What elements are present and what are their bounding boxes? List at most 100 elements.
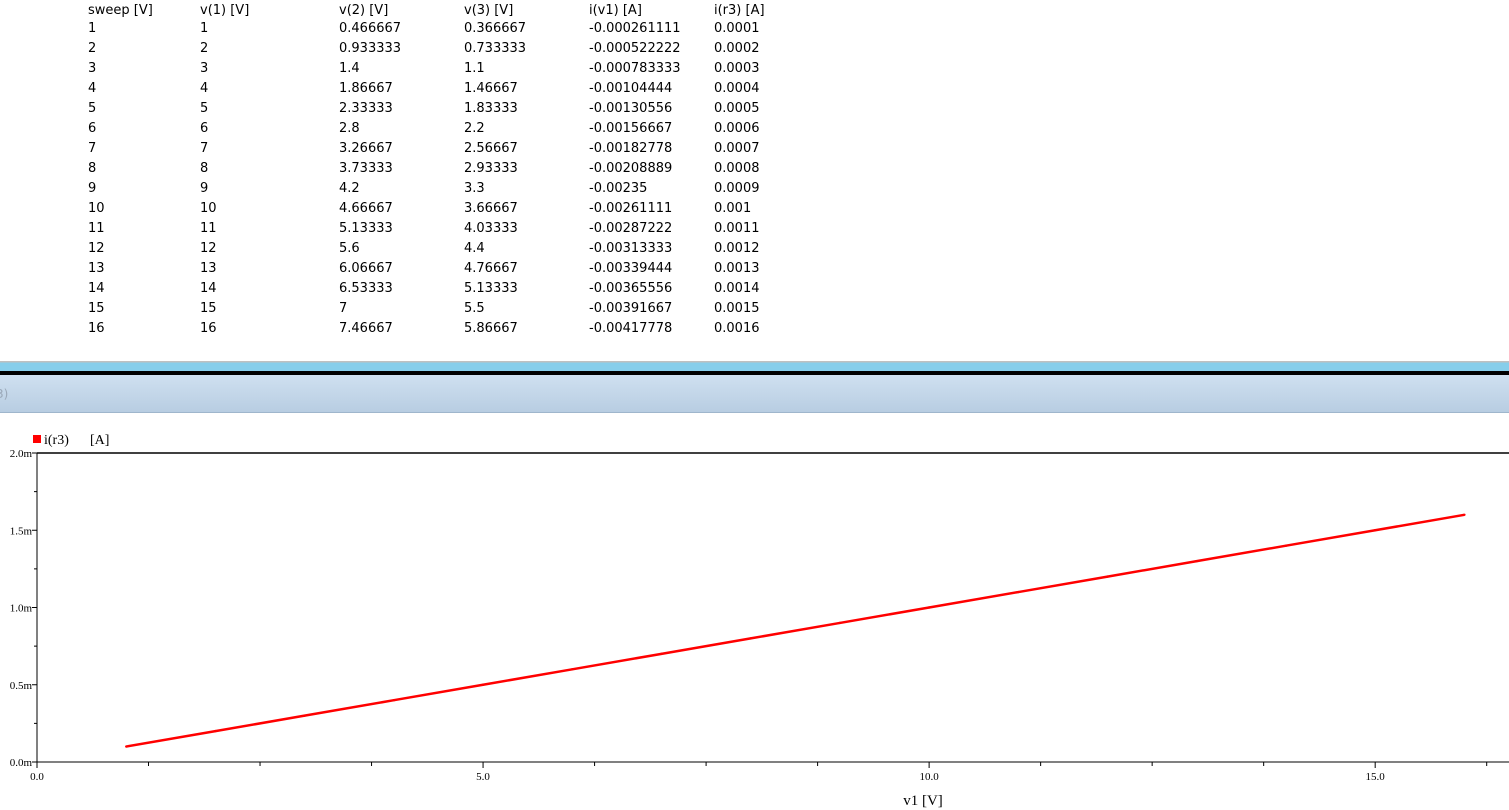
table-cell: 14 (200, 281, 217, 296)
table-cell: 12 (200, 241, 217, 256)
y-tick-label: 0.5m (10, 680, 33, 692)
table-cell: 16 (88, 321, 105, 336)
x-tick-label: 0.0 (30, 771, 44, 783)
table-cell: -0.000522222 (589, 41, 681, 56)
table-cell: 1.86667 (339, 81, 393, 96)
column-header-v3[interactable]: v(3) [V] (464, 2, 589, 20)
data-point (660, 652, 663, 656)
column-header-iv1[interactable]: i(v1) [A] (589, 2, 714, 20)
table-cell: 13 (88, 261, 105, 276)
table-cell: -0.00391667 (589, 301, 673, 316)
legend-unit: [A] (90, 433, 109, 448)
table-cell: 4.66667 (339, 201, 393, 216)
table-cell: 0.0006 (714, 121, 760, 136)
column-header-v2[interactable]: v(2) [V] (339, 2, 464, 20)
table-row[interactable]: 14 14 6.53333 5.13333 -0.00365556 0.0014 (88, 280, 794, 300)
table-cell: 0.0008 (714, 161, 760, 176)
table-cell: 1.83333 (464, 101, 518, 116)
y-tick-label: 1.5m (10, 525, 33, 537)
plot-pane-titlebar: 3) (0, 375, 1509, 413)
table-cell: 2 (88, 41, 97, 56)
table-cell: -0.00208889 (589, 161, 673, 176)
table-cell: 4 (88, 81, 97, 96)
table-row[interactable]: 8 8 3.73333 2.93333 -0.00208889 0.0008 (88, 160, 794, 180)
data-point (927, 606, 931, 609)
table-cell: 15 (200, 301, 217, 316)
table-cell: 0.0016 (714, 321, 760, 336)
table-cell: 5.86667 (464, 321, 518, 336)
table-cell: 4 (200, 81, 209, 96)
table-cell: 0.0009 (714, 181, 760, 196)
table-row[interactable]: 3 3 1.4 1.1 -0.000783333 0.0003 (88, 60, 794, 80)
table-cell: -0.00313333 (589, 241, 673, 256)
table-row[interactable]: 5 5 2.33333 1.83333 -0.00130556 0.0005 (88, 100, 794, 120)
table-cell: 12 (88, 241, 105, 256)
results-table-panel: sweep [V] v(1) [V] v(2) [V] v(3) [V] i(v… (0, 0, 1509, 362)
table-row[interactable]: 15 15 7 5.5 -0.00391667 0.0015 (88, 300, 794, 320)
data-point (838, 621, 842, 625)
column-header-ir3[interactable]: i(r3) [A] (714, 2, 794, 20)
table-cell: 5.13333 (464, 281, 518, 296)
table-cell: 4.76667 (464, 261, 518, 276)
column-header-sweep[interactable]: sweep [V] (88, 2, 200, 20)
table-cell: 0.366667 (464, 21, 527, 36)
table-cell: 1.4 (339, 61, 360, 76)
table-row[interactable]: 7 7 3.26667 2.56667 -0.00182778 0.0007 (88, 140, 794, 160)
table-cell: 7 (339, 301, 348, 316)
table-cell: 2.93333 (464, 161, 518, 176)
table-cell: 0.0015 (714, 301, 760, 316)
table-cell: 13 (200, 261, 217, 276)
table-cell: -0.00235 (589, 181, 648, 196)
data-point (481, 683, 485, 686)
table-row[interactable]: 11 11 5.13333 4.03333 -0.00287222 0.0011 (88, 220, 794, 240)
table-cell: 2.2 (464, 121, 485, 136)
table-cell: 0.0014 (714, 281, 760, 296)
table-cell: -0.00287222 (589, 221, 673, 236)
pane-splitter[interactable] (0, 361, 1509, 375)
table-cell: 5.13333 (339, 221, 393, 236)
table-cell: 5 (88, 101, 97, 116)
table-cell: 10 (200, 201, 217, 216)
table-row[interactable]: 6 6 2.8 2.2 -0.00156667 0.0006 (88, 120, 794, 140)
table-cell: -0.00365556 (589, 281, 673, 296)
table-cell: 4.2 (339, 181, 360, 196)
table-cell: 14 (88, 281, 105, 296)
results-table: sweep [V] v(1) [V] v(2) [V] v(3) [V] i(v… (88, 2, 794, 340)
table-cell: 9 (88, 181, 97, 196)
table-cell: 0.733333 (464, 41, 527, 56)
table-cell: 6 (88, 121, 97, 136)
table-cell: 0.0001 (714, 21, 760, 36)
table-cell: 0.0005 (714, 101, 760, 116)
table-row[interactable]: 12 12 5.6 4.4 -0.00313333 0.0012 (88, 240, 794, 260)
table-row[interactable]: 10 10 4.66667 3.66667 -0.00261111 0.001 (88, 200, 794, 220)
table-body: 1 1 0.466667 0.366667 -0.000261111 0.0001 2 2 0.… (88, 20, 794, 340)
table-cell: 1 (200, 21, 209, 36)
table-cell: 0.0003 (714, 61, 760, 76)
plot-pane: i(r3) [A] v1 [V] 0.0 5.0 10.0 15.0 0.0m 0.5m 1… (0, 413, 1509, 810)
table-row[interactable]: 1 1 0.466667 0.366667 -0.000261111 0.0001 (88, 20, 794, 40)
legend-swatch (33, 435, 41, 443)
table-cell: 7 (88, 141, 97, 156)
table-cell: 0.0004 (714, 81, 760, 96)
table-cell: 0.466667 (339, 21, 402, 36)
table-cell: -0.00130556 (589, 101, 673, 116)
legend-label: i(r3) (44, 433, 69, 448)
data-point (125, 745, 128, 748)
table-row[interactable]: 4 4 1.86667 1.46667 -0.00104444 0.0004 (88, 80, 794, 100)
table-cell: 6.06667 (339, 261, 393, 276)
table-cell: 2.33333 (339, 101, 393, 116)
column-header-v1[interactable]: v(1) [V] (200, 2, 339, 20)
table-row[interactable]: 13 13 6.06667 4.76667 -0.00339444 0.0013 (88, 260, 794, 280)
table-cell: 1.46667 (464, 81, 518, 96)
table-cell: 15 (88, 301, 105, 316)
table-row[interactable]: 9 9 4.2 3.3 -0.00235 0.0009 (88, 180, 794, 200)
data-point (1284, 544, 1288, 547)
table-row[interactable]: 2 2 0.933333 0.733333 -0.000522222 0.0002 (88, 40, 794, 60)
table-row[interactable]: 16 16 7.46667 5.86667 -0.00417778 0.0016 (88, 320, 794, 340)
table-cell: 1 (88, 21, 97, 36)
line-chart: i(r3) [A] v1 [V] 0.0 5.0 10.0 15.0 0.0m 0.5m 1… (10, 433, 1509, 809)
data-point (1106, 575, 1109, 578)
y-tick-label: 2.0m (10, 448, 33, 460)
table-cell: 2.8 (339, 121, 360, 136)
table-cell: 0.0011 (714, 221, 760, 236)
